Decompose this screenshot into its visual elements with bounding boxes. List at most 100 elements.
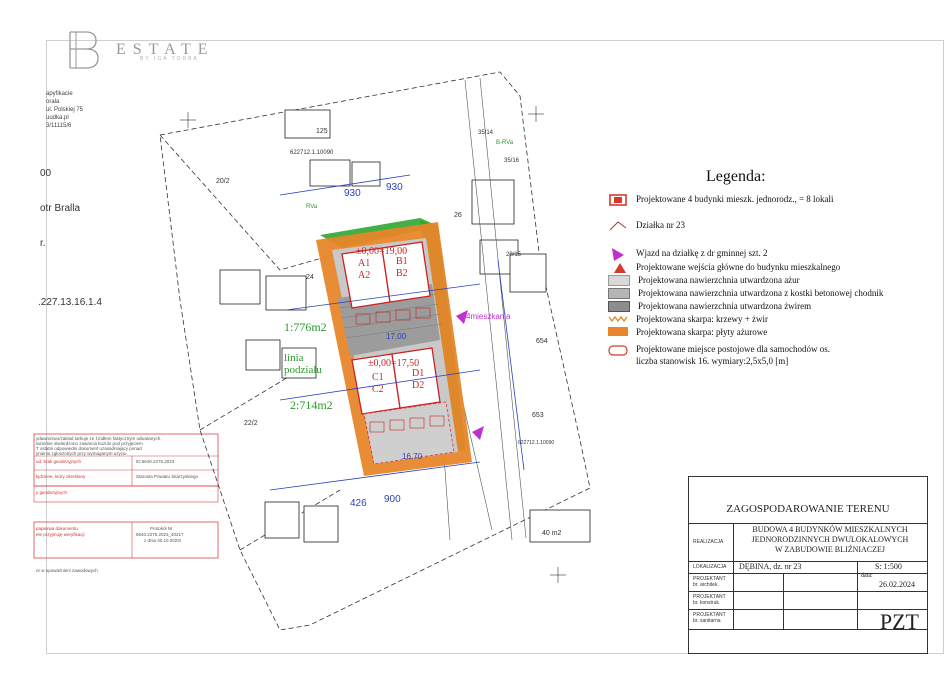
project-line: BUDOWA 4 BUDYNKÓW MIESZKALNYCH — [752, 525, 908, 534]
left-header-line: uudka.pl — [46, 115, 69, 121]
entry-arrow-icon — [472, 426, 484, 440]
code-label: 622712.1.10090 — [518, 440, 555, 446]
title-block-divider — [733, 609, 734, 629]
lokalizacja-label: LOKALIZACJA — [693, 564, 727, 570]
title-block-row: REALIZACJA BUDOWA 4 BUDYNKÓW MIESZKALNYC… — [689, 523, 927, 562]
parcel-label: 653 — [532, 412, 544, 419]
slope-plate-icon — [608, 327, 628, 336]
left-header-line: 3/11115/6 — [46, 123, 72, 129]
brand-subtitle: BY IGA TORBA — [140, 56, 199, 62]
title-block-divider — [857, 609, 858, 629]
left-parcel-id: .227.13.16.1.4 — [38, 297, 102, 308]
unit-d1-label: D1 — [412, 368, 425, 379]
left-person: otr Bralla — [40, 203, 81, 214]
title-block-divider — [857, 573, 858, 591]
left-label-r: r. — [40, 238, 46, 249]
area-2-label: 2:714m2 — [290, 398, 333, 412]
project-line: W ZABUDOWIE BLIŹNIACZEJ — [774, 545, 886, 554]
legend-item: liczba stanowisk 16. wymiary:2,5x5,0 [m] — [636, 356, 788, 366]
left-header-line: ul. Polskiej 75 — [46, 107, 84, 113]
parcel-line-icon — [608, 220, 628, 231]
stamp-label: ele przyjmuję weryfikacji — [36, 532, 85, 537]
drawing-code: PZT — [879, 609, 919, 634]
projektant-label: PROJEKTANT br. architek. — [693, 576, 726, 588]
legend-item-label: liczba stanowisk 16. wymiary:2,5x5,0 [m] — [636, 356, 789, 366]
projektant-sub: br. architek. — [693, 582, 719, 588]
grid-surface-icon — [608, 275, 630, 286]
realizacja-label: REALIZACJA — [693, 539, 724, 545]
legend-item: Projektowana nawierzchnia utwardzona z k… — [608, 288, 883, 299]
title-block-divider — [733, 523, 734, 561]
site-plan-drawing — [159, 71, 591, 631]
parcel-label: 35/16 — [504, 158, 520, 164]
entry-arrow-icon — [608, 248, 628, 261]
project-line: JEDNORODZINNYCH DWULOKALOWYCH — [751, 535, 909, 544]
title-block-divider — [733, 561, 734, 573]
legend-item: Projektowane miejsce postojowe dla samoc… — [608, 344, 830, 356]
unit-b1-label: B1 — [396, 256, 408, 267]
title-block-title: ZAGOSPODAROWANIE TERENU — [689, 477, 927, 524]
legend-item-label: Projektowana skarpa: krzewy + żwir — [636, 314, 769, 324]
unit-b2-label: B2 — [396, 268, 408, 279]
parcel-label: 26 — [454, 212, 462, 219]
title-block-row: PROJEKTANT br. architek. data: 26.02.202… — [689, 573, 927, 592]
project-description: BUDOWA 4 BUDYNKÓW MIESZKALNYCH JEDNORODZ… — [735, 525, 925, 555]
left-header-block: apyfikacie orala ul. Polskiej 75 uudka.p… — [46, 90, 83, 130]
parcel-label: 24 — [306, 274, 314, 281]
zone-label: B-RVa — [496, 140, 514, 146]
location-value: DĘBINA, dz. nr 23 — [739, 562, 802, 571]
title-block-heading: ZAGOSPODAROWANIE TERENU — [726, 503, 890, 515]
projektant-label: PROJEKTANT br. sanitarna — [693, 612, 726, 624]
legend-item-label: Projektowana nawierzchnia utwardzona z k… — [638, 288, 884, 298]
parking-icon — [608, 344, 628, 356]
left-number: 00 — [40, 168, 52, 179]
title-block-divider — [733, 573, 734, 591]
dimension-label: 17.00 — [386, 332, 407, 341]
unit-a2-label: A2 — [358, 270, 371, 281]
unit-c2-label: C2 — [372, 384, 384, 395]
brand-logo: ESTATE — [66, 30, 215, 70]
date-value: 26.02.2024 — [879, 580, 915, 589]
stamp-label: papierwa dokumentu — [36, 526, 78, 531]
unit-c1-label: C1 — [372, 372, 384, 383]
legend-item: Projektowane wejścia główne do budynku m… — [608, 262, 840, 273]
slope-shrub-icon — [608, 314, 628, 323]
title-block-row: PROJEKTANT br. konstruk. — [689, 591, 927, 610]
dimension-label: 426 — [350, 498, 367, 509]
dimension-label: 930 — [344, 188, 361, 199]
stamp-label: y geodezyjnych — [36, 490, 68, 495]
parcel-label: 654 — [536, 338, 548, 345]
scale-value: S: 1:500 — [875, 562, 902, 571]
parcel-label: 125 — [316, 128, 328, 135]
code-label: 622712.1.10090 — [290, 150, 334, 156]
title-block-divider — [783, 591, 784, 609]
legend-item-label: Projektowana nawierzchnia utwardzona ażu… — [638, 275, 800, 285]
dimension-label: 16.70 — [402, 452, 423, 461]
title-block-divider — [783, 573, 784, 591]
projektant-sub: br. sanitarna — [693, 618, 721, 624]
paving-surface-icon — [608, 288, 630, 299]
area-note: 40 m2 — [542, 530, 562, 537]
site-plan: ±0,00=19,00 A1 A2 B1 B2 ±0,00=17,50 C1 C… — [120, 70, 680, 635]
left-header-line: orala — [46, 99, 60, 105]
building-swatch-icon — [608, 194, 628, 206]
legend-item: Projektowana skarpa: płyty ażurowe — [608, 327, 767, 337]
division-label: podziału — [284, 364, 322, 376]
main-entrance-icon — [608, 262, 628, 273]
legend-item: Działka nr 23 — [608, 220, 685, 231]
legend-item-label: Projektowane 4 budynki mieszk. jednorodz… — [636, 194, 834, 204]
title-block-divider — [783, 609, 784, 629]
legend-item-label: Projektowana skarpa: płyty ażurowe — [636, 327, 768, 337]
unit-a1-label: A1 — [358, 258, 371, 269]
title-block-divider — [733, 591, 734, 609]
title-block-divider — [857, 591, 858, 609]
legend-item: Projektowana nawierzchnia utwardzona ażu… — [608, 275, 800, 286]
legend-item: Projektowana skarpa: krzewy + żwir — [608, 314, 768, 324]
projektant-sub: br. konstruk. — [693, 600, 721, 606]
stamp-footer: nr w upoważnieni zawodowych — [36, 568, 98, 573]
stamp-line: ynieniu zgłoszonych przy wymaganym użyci… — [36, 451, 127, 456]
unit-d2-label: D2 — [412, 380, 425, 391]
legend-item: Wjazd na działkę z dr gminnej szt. 2 — [608, 248, 767, 261]
projektant-label: PROJEKTANT br. konstruk. — [693, 594, 726, 606]
legend-item-label: Projektowane miejsce postojowe dla samoc… — [636, 344, 830, 354]
